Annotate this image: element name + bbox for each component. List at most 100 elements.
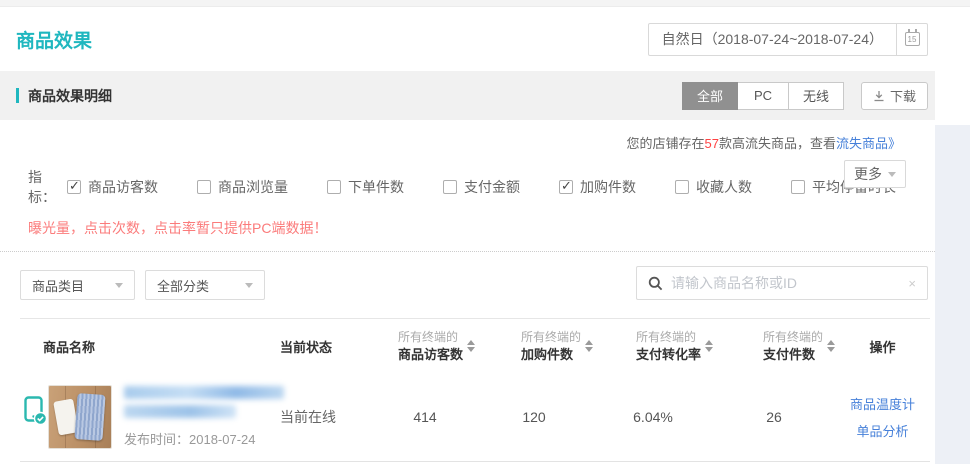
- checkbox-icon[interactable]: [327, 180, 341, 194]
- sort-desc-icon[interactable]: [585, 347, 593, 352]
- checkbox-icon[interactable]: [791, 180, 805, 194]
- checkbox-icon[interactable]: [675, 180, 689, 194]
- cart-add-cell: 120: [475, 409, 593, 425]
- page-background-strip: [935, 125, 970, 464]
- calendar-button[interactable]: 15: [896, 24, 927, 55]
- notice-prefix: 您的店铺存在: [626, 136, 704, 151]
- column-header-cart-add[interactable]: 所有终端的 加购件数: [475, 328, 593, 364]
- table-row: 发布时间：2018-07-24 当前在线 414 120 6.04% 26 商品…: [20, 373, 930, 462]
- class-dropdown[interactable]: 全部分类: [145, 270, 265, 300]
- device-online-icon: [24, 396, 48, 431]
- tab-pc-label: PC: [754, 88, 772, 103]
- redacted-line: [124, 405, 236, 418]
- top-divider: [0, 0, 970, 7]
- column-header-pay-items[interactable]: 所有终端的 支付件数: [713, 328, 835, 364]
- sort-asc-icon[interactable]: [827, 340, 835, 345]
- photo-detail: [74, 393, 105, 441]
- header-superscript: 所有终端的: [636, 328, 696, 346]
- checkbox-icon[interactable]: [197, 180, 211, 194]
- header-title: 支付转化率: [636, 346, 701, 364]
- header-title: 商品访客数: [398, 346, 463, 364]
- single-item-analysis-link[interactable]: 单品分析: [856, 421, 908, 440]
- page-title: 商品效果: [16, 26, 92, 53]
- sort-control[interactable]: [585, 340, 593, 352]
- sort-control[interactable]: [467, 340, 475, 352]
- sort-desc-icon[interactable]: [467, 347, 475, 352]
- metric-item-cart[interactable]: 加购件数: [559, 177, 636, 197]
- product-title-redacted: [124, 386, 284, 418]
- section-title-wrap: 商品效果明细: [16, 86, 112, 106]
- sort-control[interactable]: [827, 340, 835, 352]
- notice-count: 57: [705, 136, 719, 151]
- tab-all-label: 全部: [697, 86, 723, 105]
- accent-bar: [16, 88, 19, 103]
- redacted-line: [124, 386, 284, 399]
- column-header-status: 当前状态: [280, 337, 375, 356]
- sort-asc-icon[interactable]: [705, 340, 713, 345]
- product-info: 发布时间：2018-07-24: [124, 386, 284, 448]
- clear-icon[interactable]: ×: [908, 276, 916, 291]
- visitors-cell: 414: [375, 409, 475, 425]
- header-superscript: 所有终端的: [763, 328, 823, 346]
- download-button[interactable]: 下载: [861, 82, 928, 110]
- class-dropdown-label: 全部分类: [157, 276, 209, 295]
- metric-label: 下单件数: [348, 177, 404, 197]
- download-icon: [873, 90, 885, 102]
- status-cell: 当前在线: [280, 407, 375, 427]
- main-content: 您的店铺存在57款高流失商品，查看流失商品》 指标： 商品访客数 商品浏览量 下…: [0, 120, 935, 462]
- search-box[interactable]: ×: [636, 266, 928, 300]
- search-icon: [648, 276, 663, 291]
- section-title: 商品效果明细: [28, 86, 112, 106]
- sort-control[interactable]: [705, 340, 713, 352]
- section-header: 商品效果明细 全部 PC 无线 下载: [0, 71, 935, 120]
- metric-item-favorites[interactable]: 收藏人数: [675, 177, 752, 197]
- filter-row: 商品类目 全部分类 ×: [0, 252, 935, 314]
- sort-asc-icon[interactable]: [585, 340, 593, 345]
- sort-desc-icon[interactable]: [827, 347, 835, 352]
- pay-items-cell: 26: [713, 409, 835, 425]
- sort-desc-icon[interactable]: [705, 347, 713, 352]
- header-text: 所有终端的 商品访客数: [398, 328, 463, 364]
- checkbox-icon[interactable]: [443, 180, 457, 194]
- column-header-pay-conversion[interactable]: 所有终端的 支付转化率: [593, 328, 713, 364]
- lost-products-link[interactable]: 流失商品》: [836, 136, 901, 151]
- metric-label: 支付金额: [464, 177, 520, 197]
- date-range-label[interactable]: 自然日（2018-07-24~2018-07-24）: [649, 24, 896, 55]
- more-metrics-button[interactable]: 更多: [844, 160, 906, 188]
- sort-asc-icon[interactable]: [467, 340, 475, 345]
- tab-all[interactable]: 全部: [682, 82, 738, 110]
- category-dropdown-label: 商品类目: [32, 276, 84, 295]
- tab-wireless[interactable]: 无线: [788, 82, 844, 110]
- search-input[interactable]: [671, 275, 900, 291]
- actions-cell: 商品温度计 单品分析: [835, 394, 930, 440]
- metrics-row: 指标： 商品访客数 商品浏览量 下单件数 支付金额 加购件数 收藏人数 平均停留…: [0, 152, 935, 207]
- metric-item-payment[interactable]: 支付金额: [443, 177, 520, 197]
- product-thermometer-link[interactable]: 商品温度计: [850, 394, 915, 413]
- metric-item-visitors[interactable]: 商品访客数: [67, 177, 158, 197]
- header-title: 支付件数: [763, 346, 815, 364]
- checkbox-icon[interactable]: [67, 180, 81, 194]
- metric-item-pageviews[interactable]: 商品浏览量: [197, 177, 288, 197]
- lost-products-notice: 您的店铺存在57款高流失商品，查看流失商品》: [0, 120, 935, 152]
- product-table: 商品名称 当前状态 所有终端的 商品访客数 所有终端的 加购件数 所有终端的: [20, 318, 930, 462]
- header-superscript: 所有终端的: [398, 328, 458, 346]
- chevron-down-icon: [245, 283, 253, 288]
- metric-label: 收藏人数: [696, 177, 752, 197]
- metric-item-orders[interactable]: 下单件数: [327, 177, 404, 197]
- chevron-down-icon: [888, 172, 896, 177]
- calendar-icon: 15: [905, 32, 920, 46]
- tab-pc[interactable]: PC: [737, 82, 789, 110]
- chevron-down-icon: [115, 283, 123, 288]
- more-label: 更多: [854, 164, 882, 184]
- header-text: 所有终端的 加购件数: [521, 328, 581, 364]
- checkbox-icon[interactable]: [559, 180, 573, 194]
- metrics-label: 指标：: [28, 167, 58, 207]
- category-dropdown[interactable]: 商品类目: [20, 270, 135, 300]
- product-image[interactable]: [48, 385, 112, 449]
- date-range-picker[interactable]: 自然日（2018-07-24~2018-07-24） 15: [648, 23, 928, 56]
- column-header-actions: 操作: [835, 337, 930, 356]
- metric-label: 商品访客数: [88, 177, 158, 197]
- product-cell: 发布时间：2018-07-24: [20, 385, 280, 449]
- pay-conversion-cell: 6.04%: [593, 409, 713, 425]
- column-header-visitors[interactable]: 所有终端的 商品访客数: [375, 328, 475, 364]
